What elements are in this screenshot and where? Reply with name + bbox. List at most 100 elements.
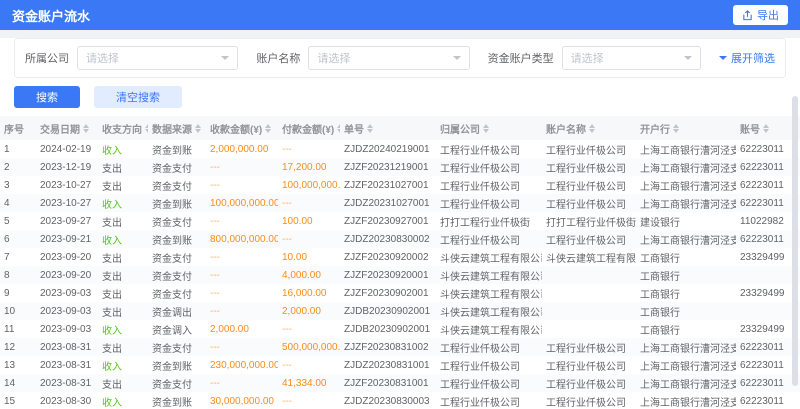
filter-bar: 所属公司 请选择 账户名称 请选择 资金账户类型 请选择 — [14, 38, 786, 78]
cell-no: 7 — [0, 248, 36, 266]
page-title: 资金账户流水 — [12, 6, 90, 25]
column-header-date[interactable]: 交易日期 — [36, 116, 98, 140]
cell-date: 2023-09-03 — [36, 302, 98, 320]
cell-account: 工程行业仟极公司 — [542, 158, 636, 176]
sort-icon[interactable] — [265, 124, 271, 133]
cell-pay: 100,000,000.00 — [278, 176, 340, 194]
cell-number — [736, 266, 800, 284]
column-header-order[interactable]: 单号 — [340, 116, 436, 140]
cell-date: 2023-09-20 — [36, 266, 98, 284]
cell-date: 2023-08-31 — [36, 356, 98, 374]
column-header-receive[interactable]: 收款金额(¥) — [206, 116, 278, 140]
company-filter-select[interactable]: 请选择 — [77, 46, 238, 70]
expand-filter-link[interactable]: 展开筛选 — [719, 50, 775, 66]
cell-order: ZJDB20230902001 — [340, 320, 436, 338]
cell-account: 工程行业仟极公司 — [542, 392, 636, 409]
column-header-source[interactable]: 数据来源 — [148, 116, 206, 140]
cell-bank: 上海工商银行漕河泾支行 — [636, 140, 736, 158]
column-header-company[interactable]: 归属公司 — [436, 116, 542, 140]
cell-source: 资金支付 — [148, 248, 206, 266]
cell-pay: 500,000,000.00 — [278, 338, 340, 356]
cell-account: 斗侠云建筑工程有限公司 — [542, 248, 636, 266]
clear-search-button[interactable]: 清空搜索 — [94, 86, 182, 108]
cell-order: ZJZF20230831001 — [340, 374, 436, 392]
cell-order: ZJZF20231219001 — [340, 158, 436, 176]
cell-receive: --- — [206, 302, 278, 320]
cell-no: 10 — [0, 302, 36, 320]
sort-icon[interactable] — [195, 124, 201, 133]
cell-no: 1 — [0, 140, 36, 158]
table-row: 62023-09-21收入资金到账800,000,000.00---ZJDZ20… — [0, 230, 800, 248]
cell-account: 工程行业仟极公司 — [542, 176, 636, 194]
cell-bank: 上海工商银行漕河泾支行 — [636, 176, 736, 194]
cell-receive: --- — [206, 266, 278, 284]
cell-bank: 工商银行 — [636, 320, 736, 338]
cell-source: 资金支付 — [148, 284, 206, 302]
sort-icon[interactable] — [673, 124, 679, 133]
account-type-filter-label: 资金账户类型 — [488, 50, 554, 66]
column-header-number[interactable]: 账号 — [736, 116, 800, 140]
cell-no: 2 — [0, 158, 36, 176]
cell-pay: 100.00 — [278, 212, 340, 230]
cell-pay: --- — [278, 320, 340, 338]
chevron-down-icon — [221, 56, 229, 60]
cell-number: 62223011 — [736, 374, 800, 392]
cell-order: ZJDZ20240219001 — [340, 140, 436, 158]
cell-date: 2023-09-03 — [36, 320, 98, 338]
table-header: 序号交易日期收支方向数据来源收款金额(¥)付款金额(¥)单号归属公司账户名称开户… — [0, 116, 800, 140]
column-header-pay[interactable]: 付款金额(¥) — [278, 116, 340, 140]
chevron-down-icon — [719, 56, 727, 60]
cell-account: 打打工程行业仟极街 — [542, 212, 636, 230]
expand-filter-label: 展开筛选 — [731, 50, 775, 66]
sort-icon[interactable] — [367, 124, 373, 133]
cell-bank: 工商银行 — [636, 248, 736, 266]
cell-number: 23329499 — [736, 284, 800, 302]
export-button[interactable]: 导出 — [733, 5, 788, 25]
cell-source: 资金调入 — [148, 320, 206, 338]
cell-no: 12 — [0, 338, 36, 356]
sort-icon[interactable] — [337, 124, 340, 133]
cell-source: 资金支付 — [148, 374, 206, 392]
sort-icon[interactable] — [483, 124, 489, 133]
cell-no: 4 — [0, 194, 36, 212]
cell-company: 工程行业仟极公司 — [436, 194, 542, 212]
cell-date: 2024-02-19 — [36, 140, 98, 158]
company-filter: 所属公司 请选择 — [25, 46, 238, 70]
cell-no: 3 — [0, 176, 36, 194]
cell-account — [542, 266, 636, 284]
cell-date: 2023-09-20 — [36, 248, 98, 266]
cell-source: 资金支付 — [148, 176, 206, 194]
column-label: 开户行 — [640, 121, 670, 136]
account-name-filter-select[interactable]: 请选择 — [308, 46, 469, 70]
sort-icon[interactable] — [589, 124, 595, 133]
column-header-direction[interactable]: 收支方向 — [98, 116, 148, 140]
cell-company: 工程行业仟极公司 — [436, 176, 542, 194]
cell-receive: --- — [206, 284, 278, 302]
filter-actions: 搜索 清空搜索 — [14, 86, 786, 108]
cell-number: 11022982 — [736, 212, 800, 230]
account-type-filter-select[interactable]: 请选择 — [562, 46, 701, 70]
cell-direction: 支出 — [98, 374, 148, 392]
export-button-label: 导出 — [757, 7, 779, 23]
table-row: 142023-08-31支出资金支付---41,334.00ZJZF202308… — [0, 374, 800, 392]
sort-icon[interactable] — [145, 124, 148, 133]
cell-pay: 4,000.00 — [278, 266, 340, 284]
cell-no: 9 — [0, 284, 36, 302]
cell-date: 2023-09-21 — [36, 230, 98, 248]
cell-direction: 收入 — [98, 140, 148, 158]
column-header-account[interactable]: 账户名称 — [542, 116, 636, 140]
column-header-bank[interactable]: 开户行 — [636, 116, 736, 140]
vertical-scrollbar[interactable] — [792, 96, 798, 386]
search-button[interactable]: 搜索 — [14, 86, 80, 108]
cell-receive: --- — [206, 338, 278, 356]
cell-number: 62223011 — [736, 176, 800, 194]
sort-icon[interactable] — [763, 124, 769, 133]
cell-pay: --- — [278, 356, 340, 374]
cell-date: 2023-08-31 — [36, 374, 98, 392]
cell-receive: 2,000.00 — [206, 320, 278, 338]
page-header: 资金账户流水 导出 — [0, 0, 800, 30]
table-row: 12024-02-19收入资金到账2,000,000.00---ZJDZ2024… — [0, 140, 800, 158]
cell-date: 2023-08-31 — [36, 338, 98, 356]
cell-account: 工程行业仟极公司 — [542, 140, 636, 158]
sort-icon[interactable] — [83, 124, 89, 133]
